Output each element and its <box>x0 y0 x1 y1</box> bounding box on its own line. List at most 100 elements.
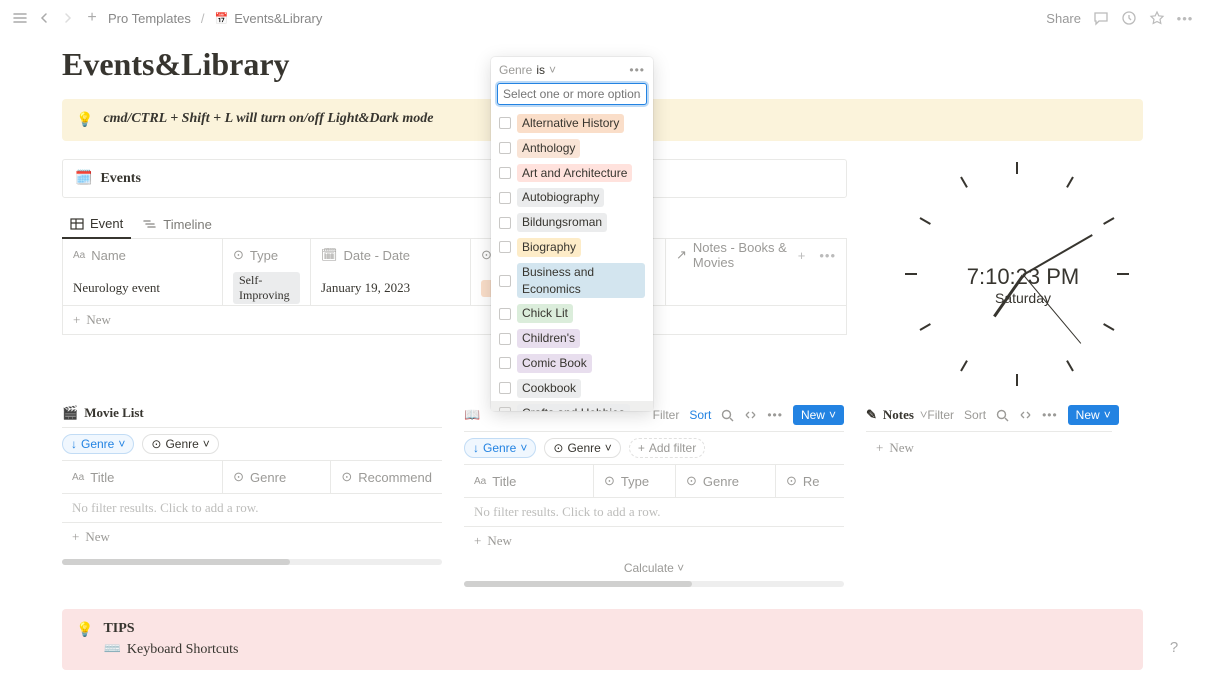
more-icon[interactable]: ••• <box>1042 408 1058 422</box>
dropdown-option[interactable]: Chick Lit <box>491 301 653 326</box>
chevron-down-icon: ˅ <box>605 441 612 455</box>
expand-icon[interactable] <box>1019 409 1032 422</box>
help-button[interactable]: ? <box>1161 634 1187 660</box>
empty-state[interactable]: No filter results. Click to add a row. <box>62 494 442 523</box>
filter-chip-genre[interactable]: ⊙ Genre ˅ <box>142 434 218 454</box>
col-type[interactable]: Type <box>250 248 278 263</box>
chevron-down-icon: ˅ <box>1104 408 1111 422</box>
sort-button[interactable]: Sort <box>689 408 711 422</box>
dropdown-option[interactable]: Anthology <box>491 136 653 161</box>
col-date[interactable]: Date - Date <box>344 248 410 263</box>
events-table: AaName Neurology event ⊙Type Self-Improv… <box>62 239 847 306</box>
dropdown-option[interactable]: Bildungsroman <box>491 210 653 235</box>
new-button[interactable]: New˅ <box>793 405 844 425</box>
dropdown-option[interactable]: Cookbook <box>491 376 653 401</box>
col-recommend[interactable]: Recommend <box>358 470 432 485</box>
add-column-icon[interactable]: + <box>798 248 806 263</box>
col-name[interactable]: Name <box>91 248 126 263</box>
share-button[interactable]: Share <box>1046 11 1081 26</box>
checkbox-icon <box>499 333 511 345</box>
more-icon[interactable]: ••• <box>1177 10 1193 26</box>
tab-event-label: Event <box>90 216 123 231</box>
col-type[interactable]: Type <box>621 474 649 489</box>
add-row[interactable]: +New <box>62 523 442 551</box>
hamburger-icon[interactable] <box>12 10 28 26</box>
col-title[interactable]: Title <box>90 470 114 485</box>
option-tag: Bildungsroman <box>517 213 607 232</box>
more-icon[interactable]: ••• <box>767 408 783 422</box>
tab-timeline[interactable]: Timeline <box>135 210 220 238</box>
new-button[interactable]: New˅ <box>1068 405 1119 425</box>
breadcrumb: Pro Templates / 📅 Events&Library <box>108 11 322 26</box>
plus-icon: + <box>876 440 883 456</box>
scrollbar[interactable] <box>464 581 844 587</box>
dropdown-option[interactable]: Art and Architecture <box>491 161 653 186</box>
option-tag: Alternative History <box>517 114 624 133</box>
filter-chip-genre-active[interactable]: ↓ Genre ˅ <box>464 438 536 458</box>
notes-title[interactable]: Notes <box>883 407 914 423</box>
events-emoji-icon: 🗓️ <box>75 170 92 187</box>
breadcrumb-current[interactable]: Events&Library <box>234 11 322 26</box>
search-icon[interactable] <box>721 409 734 422</box>
chevron-down-icon: ˅ <box>829 408 836 422</box>
dropdown-option[interactable]: Biography <box>491 235 653 260</box>
new-page-icon[interactable]: + <box>84 10 100 26</box>
text-prop-icon: Aa <box>73 250 85 261</box>
filter-chip-genre-active[interactable]: ↓ Genre ˅ <box>62 434 134 454</box>
events-heading-text: Events <box>100 171 140 187</box>
cell-type[interactable]: Self-Improving <box>223 271 310 305</box>
col-re[interactable]: Re <box>803 474 820 489</box>
checkbox-icon <box>499 275 511 287</box>
timeline-icon <box>143 217 157 231</box>
add-row[interactable]: +New <box>866 432 1112 462</box>
cell-date[interactable]: January 19, 2023 <box>311 271 470 305</box>
dropdown-option[interactable]: Business and Economics <box>491 260 653 302</box>
star-icon[interactable] <box>1149 10 1165 26</box>
tips-title: TIPS <box>103 621 238 637</box>
col-notes[interactable]: Notes - Books & Movies <box>693 240 792 270</box>
tab-event[interactable]: Event <box>62 210 131 239</box>
chevron-down-icon: ˅ <box>118 437 125 451</box>
movie-list-title[interactable]: Movie List <box>84 405 144 421</box>
chevron-down-icon: ˅ <box>520 441 527 455</box>
add-filter-button[interactable]: + Add filter <box>629 438 705 458</box>
col-genre[interactable]: Genre <box>250 470 286 485</box>
sort-button[interactable]: Sort <box>964 408 986 422</box>
calculate-button[interactable]: Calculate ˅ <box>464 555 844 581</box>
scrollbar[interactable] <box>62 559 442 565</box>
filter-chip-genre[interactable]: ⊙ Genre ˅ <box>544 438 620 458</box>
relation-prop-icon: ↗ <box>676 247 687 263</box>
dropdown-more-icon[interactable]: ••• <box>629 63 645 77</box>
option-tag: Comic Book <box>517 354 592 373</box>
search-icon[interactable] <box>996 409 1009 422</box>
clock-icon[interactable] <box>1121 10 1137 26</box>
nav-forward-icon[interactable] <box>60 10 76 26</box>
col-genre[interactable]: Genre <box>703 474 739 489</box>
events-new-row[interactable]: +New <box>62 306 847 335</box>
option-tag: Chick Lit <box>517 304 573 323</box>
column-more-icon[interactable]: ••• <box>819 248 836 263</box>
dropdown-search-input[interactable] <box>497 83 647 105</box>
nav-back-icon[interactable] <box>36 10 52 26</box>
expand-icon[interactable] <box>744 409 757 422</box>
dropdown-option[interactable]: Comic Book <box>491 351 653 376</box>
col-title[interactable]: Title <box>492 474 516 489</box>
cell-name[interactable]: Neurology event <box>63 271 222 305</box>
empty-state[interactable]: No filter results. Click to add a row. <box>464 498 844 527</box>
checkbox-icon <box>499 308 511 320</box>
filter-button[interactable]: Filter <box>927 408 954 422</box>
dropdown-option[interactable]: Children's <box>491 326 653 351</box>
add-row[interactable]: +New <box>464 527 844 555</box>
tips-link[interactable]: ⌨️ Keyboard Shortcuts <box>103 641 238 658</box>
breadcrumb-parent[interactable]: Pro Templates <box>108 11 191 26</box>
table-icon <box>70 217 84 231</box>
checkbox-icon <box>499 241 511 253</box>
dropdown-option[interactable]: Alternative History <box>491 111 653 136</box>
panel-books: 📖 Filter Sort ••• New˅ ↓ Genre ˅ ⊙ Genre… <box>464 405 844 587</box>
dropdown-op[interactable]: is <box>536 63 545 77</box>
filter-button[interactable]: Filter <box>653 408 680 422</box>
events-block: 🗓️ Events <box>62 159 847 198</box>
comments-icon[interactable] <box>1093 10 1109 26</box>
dropdown-option[interactable]: Crafts and Hobbies <box>491 401 653 411</box>
dropdown-option[interactable]: Autobiography <box>491 185 653 210</box>
